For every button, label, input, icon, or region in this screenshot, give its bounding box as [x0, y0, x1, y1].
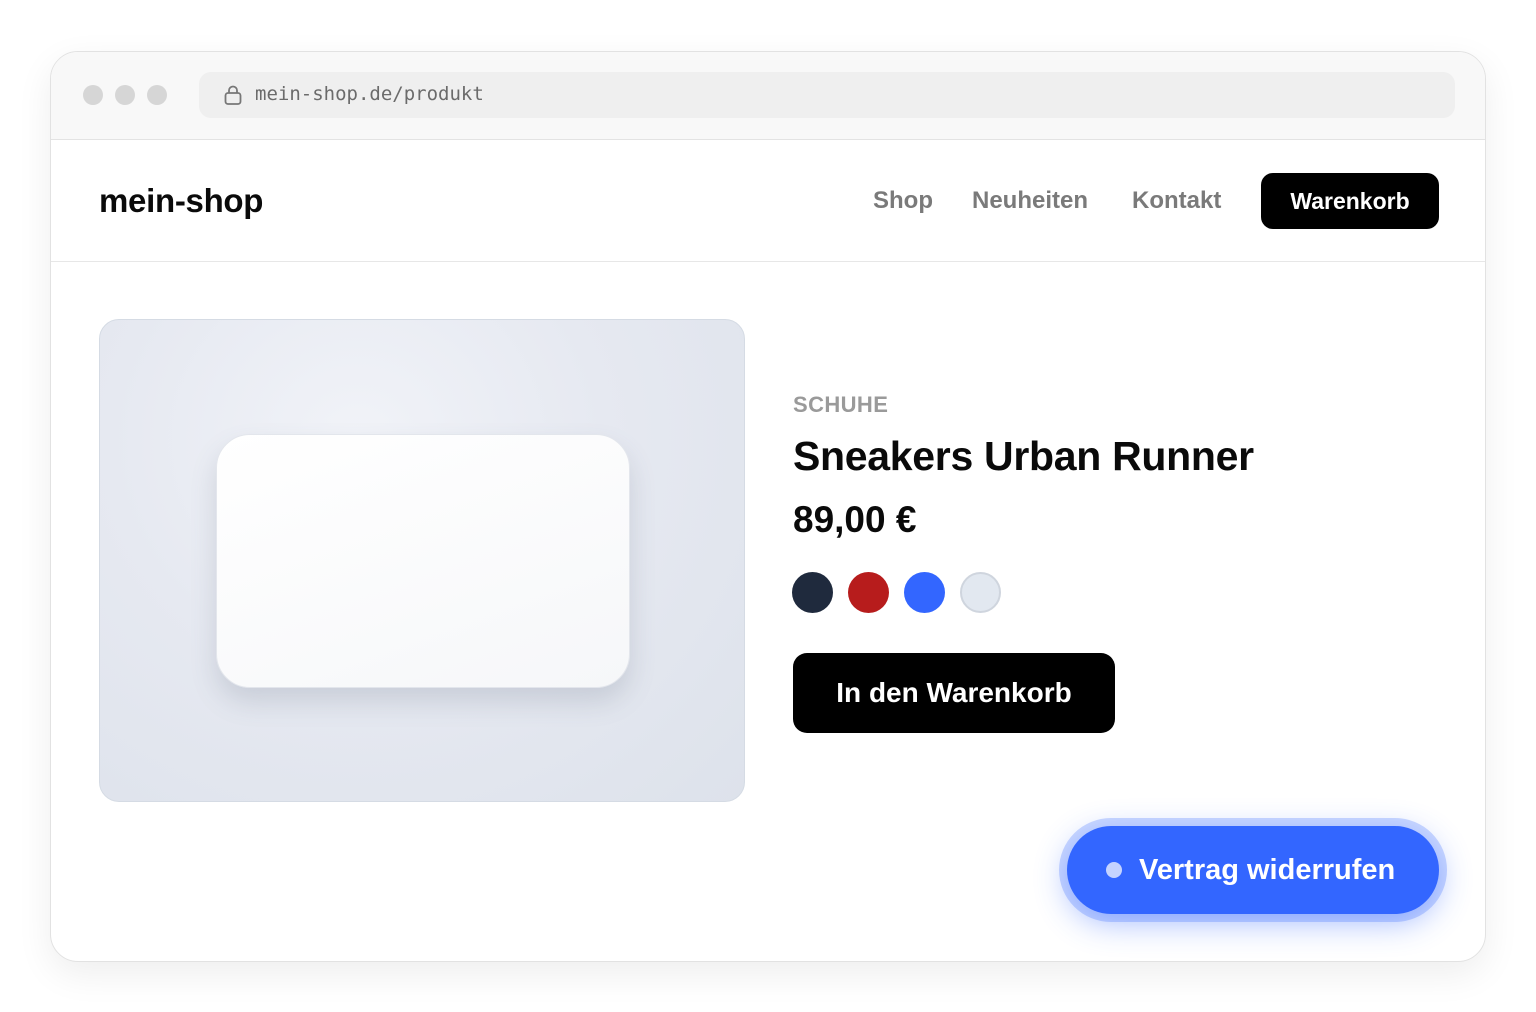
- nav-link-kontakt[interactable]: Kontakt: [1132, 187, 1221, 215]
- address-bar[interactable]: mein-shop.de/produkt: [199, 72, 1455, 118]
- site-header: mein-shop Shop Neuheiten Kontakt Warenko…: [51, 140, 1485, 262]
- site-logo[interactable]: mein-shop: [99, 182, 263, 220]
- browser-window: mein-shop.de/produkt mein-shop Shop Neuh…: [50, 51, 1486, 962]
- nav-link-shop[interactable]: Shop: [873, 187, 933, 215]
- product-category: SCHUHE: [793, 392, 889, 417]
- window-close-dot[interactable]: [83, 85, 103, 105]
- product-title: Sneakers Urban Runner: [793, 433, 1254, 479]
- browser-chrome: mein-shop.de/produkt: [51, 52, 1485, 140]
- withdraw-contract-button[interactable]: Vertrag widerrufen: [1067, 826, 1439, 914]
- nav-link-neuheiten[interactable]: Neuheiten: [972, 187, 1088, 215]
- lock-icon: [224, 85, 242, 105]
- window-maximize-dot[interactable]: [147, 85, 167, 105]
- color-swatch-blue[interactable]: [904, 572, 945, 613]
- status-dot-icon: [1106, 862, 1122, 878]
- add-to-cart-button[interactable]: In den Warenkorb: [793, 653, 1115, 733]
- product-price: 89,00 €: [793, 499, 917, 540]
- product-image: [99, 319, 745, 802]
- color-swatch-red[interactable]: [848, 572, 889, 613]
- product-image-placeholder: [216, 434, 630, 688]
- cart-button[interactable]: Warenkorb: [1261, 173, 1439, 229]
- color-swatch-light-gray[interactable]: [960, 572, 1001, 613]
- window-minimize-dot[interactable]: [115, 85, 135, 105]
- withdraw-contract-label: Vertrag widerrufen: [1139, 854, 1396, 886]
- color-swatch-navy[interactable]: [792, 572, 833, 613]
- url-text: mein-shop.de/produkt: [255, 83, 484, 105]
